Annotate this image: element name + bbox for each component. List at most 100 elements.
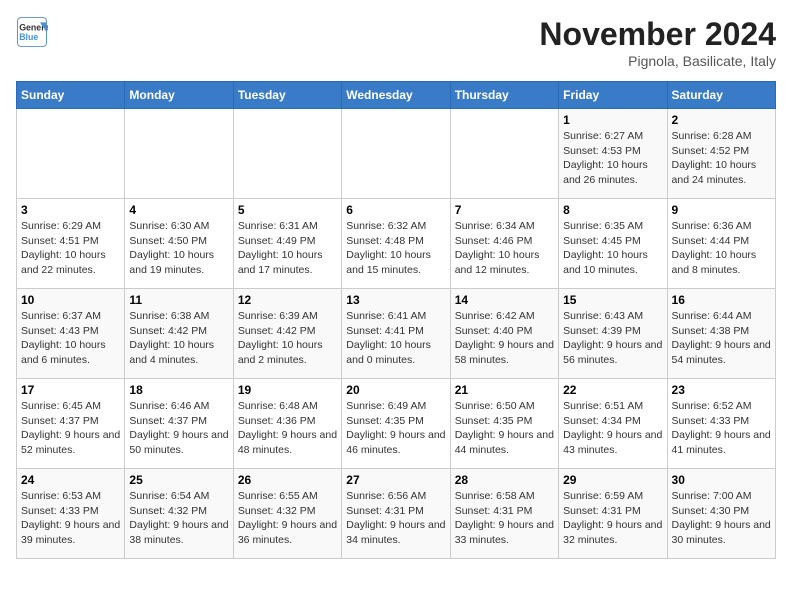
day-info: Sunrise: 6:42 AM Sunset: 4:40 PM Dayligh… [455, 309, 554, 368]
calendar-cell: 16 Sunrise: 6:44 AM Sunset: 4:38 PM Dayli… [667, 289, 775, 379]
calendar-week-3: 10 Sunrise: 6:37 AM Sunset: 4:43 PM Dayli… [17, 289, 776, 379]
weekday-header-tuesday: Tuesday [233, 82, 341, 109]
day-info: Sunrise: 6:52 AM Sunset: 4:33 PM Dayligh… [672, 399, 771, 458]
day-info: Sunrise: 6:35 AM Sunset: 4:45 PM Dayligh… [563, 219, 662, 278]
page-header: General Blue November 2024 Pignola, Basi… [16, 16, 776, 69]
day-number: 8 [563, 203, 662, 217]
calendar-cell: 23 Sunrise: 6:52 AM Sunset: 4:33 PM Dayli… [667, 379, 775, 469]
day-number: 24 [21, 473, 120, 487]
title-block: November 2024 Pignola, Basilicate, Italy [539, 16, 776, 69]
weekday-header-row: SundayMondayTuesdayWednesdayThursdayFrid… [17, 82, 776, 109]
calendar-cell: 22 Sunrise: 6:51 AM Sunset: 4:34 PM Dayli… [559, 379, 667, 469]
calendar-cell: 4 Sunrise: 6:30 AM Sunset: 4:50 PM Daylig… [125, 199, 233, 289]
logo-icon: General Blue [16, 16, 48, 48]
day-number: 30 [672, 473, 771, 487]
calendar-cell: 9Sunrise: 6:36 AM Sunset: 4:44 PM Daylig… [667, 199, 775, 289]
day-number: 7 [455, 203, 554, 217]
day-info: Sunrise: 6:58 AM Sunset: 4:31 PM Dayligh… [455, 489, 554, 548]
calendar-cell: 13 Sunrise: 6:41 AM Sunset: 4:41 PM Dayli… [342, 289, 450, 379]
calendar-cell: 14Sunrise: 6:42 AM Sunset: 4:40 PM Dayli… [450, 289, 558, 379]
day-number: 26 [238, 473, 337, 487]
day-number: 6 [346, 203, 445, 217]
day-info: Sunrise: 6:45 AM Sunset: 4:37 PM Dayligh… [21, 399, 120, 458]
month-title: November 2024 [539, 16, 776, 53]
weekday-header-wednesday: Wednesday [342, 82, 450, 109]
day-info: Sunrise: 6:51 AM Sunset: 4:34 PM Dayligh… [563, 399, 662, 458]
calendar-cell: 1 Sunrise: 6:27 AM Sunset: 4:53 PM Daylig… [559, 109, 667, 199]
day-info: Sunrise: 6:41 AM Sunset: 4:41 PM Dayligh… [346, 309, 445, 368]
day-info: Sunrise: 6:56 AM Sunset: 4:31 PM Dayligh… [346, 489, 445, 548]
day-number: 19 [238, 383, 337, 397]
day-number: 1 [563, 113, 662, 127]
day-info: Sunrise: 6:27 AM Sunset: 4:53 PM Dayligh… [563, 129, 662, 188]
day-number: 17 [21, 383, 120, 397]
calendar-cell [125, 109, 233, 199]
calendar-cell: 7 Sunrise: 6:34 AM Sunset: 4:46 PM Daylig… [450, 199, 558, 289]
day-info: Sunrise: 6:34 AM Sunset: 4:46 PM Dayligh… [455, 219, 554, 278]
weekday-header-sunday: Sunday [17, 82, 125, 109]
calendar-cell: 6 Sunrise: 6:32 AM Sunset: 4:48 PM Daylig… [342, 199, 450, 289]
location: Pignola, Basilicate, Italy [539, 53, 776, 69]
calendar-cell: 28 Sunrise: 6:58 AM Sunset: 4:31 PM Dayli… [450, 469, 558, 559]
day-number: 16 [672, 293, 771, 307]
day-info: Sunrise: 6:55 AM Sunset: 4:32 PM Dayligh… [238, 489, 337, 548]
calendar-week-1: 1 Sunrise: 6:27 AM Sunset: 4:53 PM Daylig… [17, 109, 776, 199]
day-number: 10 [21, 293, 120, 307]
day-number: 5 [238, 203, 337, 217]
calendar-week-2: 3 Sunrise: 6:29 AM Sunset: 4:51 PM Daylig… [17, 199, 776, 289]
day-number: 15 [563, 293, 662, 307]
calendar-cell [233, 109, 341, 199]
weekday-header-friday: Friday [559, 82, 667, 109]
calendar-cell: 2 Sunrise: 6:28 AM Sunset: 4:52 PM Daylig… [667, 109, 775, 199]
day-number: 29 [563, 473, 662, 487]
calendar-cell: 3 Sunrise: 6:29 AM Sunset: 4:51 PM Daylig… [17, 199, 125, 289]
day-number: 13 [346, 293, 445, 307]
day-info: Sunrise: 6:49 AM Sunset: 4:35 PM Dayligh… [346, 399, 445, 458]
calendar-cell: 12 Sunrise: 6:39 AM Sunset: 4:42 PM Dayli… [233, 289, 341, 379]
day-number: 11 [129, 293, 228, 307]
calendar-cell: 17 Sunrise: 6:45 AM Sunset: 4:37 PM Dayli… [17, 379, 125, 469]
calendar-cell: 20 Sunrise: 6:49 AM Sunset: 4:35 PM Dayli… [342, 379, 450, 469]
day-info: Sunrise: 6:38 AM Sunset: 4:42 PM Dayligh… [129, 309, 228, 368]
day-info: Sunrise: 6:59 AM Sunset: 4:31 PM Dayligh… [563, 489, 662, 548]
day-info: Sunrise: 6:44 AM Sunset: 4:38 PM Dayligh… [672, 309, 771, 368]
calendar-cell: 25Sunrise: 6:54 AM Sunset: 4:32 PM Dayli… [125, 469, 233, 559]
calendar-cell: 5Sunrise: 6:31 AM Sunset: 4:49 PM Daylig… [233, 199, 341, 289]
day-number: 2 [672, 113, 771, 127]
day-number: 28 [455, 473, 554, 487]
day-info: Sunrise: 7:00 AM Sunset: 4:30 PM Dayligh… [672, 489, 771, 548]
day-number: 22 [563, 383, 662, 397]
day-info: Sunrise: 6:29 AM Sunset: 4:51 PM Dayligh… [21, 219, 120, 278]
calendar-cell: 18Sunrise: 6:46 AM Sunset: 4:37 PM Dayli… [125, 379, 233, 469]
day-info: Sunrise: 6:32 AM Sunset: 4:48 PM Dayligh… [346, 219, 445, 278]
day-number: 3 [21, 203, 120, 217]
calendar-cell: 11 Sunrise: 6:38 AM Sunset: 4:42 PM Dayli… [125, 289, 233, 379]
calendar-week-4: 17 Sunrise: 6:45 AM Sunset: 4:37 PM Dayli… [17, 379, 776, 469]
day-info: Sunrise: 6:53 AM Sunset: 4:33 PM Dayligh… [21, 489, 120, 548]
day-info: Sunrise: 6:39 AM Sunset: 4:42 PM Dayligh… [238, 309, 337, 368]
calendar-cell: 8 Sunrise: 6:35 AM Sunset: 4:45 PM Daylig… [559, 199, 667, 289]
day-info: Sunrise: 6:54 AM Sunset: 4:32 PM Dayligh… [129, 489, 228, 548]
calendar-table: SundayMondayTuesdayWednesdayThursdayFrid… [16, 81, 776, 559]
day-info: Sunrise: 6:36 AM Sunset: 4:44 PM Dayligh… [672, 219, 771, 278]
calendar-cell [342, 109, 450, 199]
day-number: 23 [672, 383, 771, 397]
calendar-cell: 10 Sunrise: 6:37 AM Sunset: 4:43 PM Dayli… [17, 289, 125, 379]
calendar-cell: 29 Sunrise: 6:59 AM Sunset: 4:31 PM Dayli… [559, 469, 667, 559]
day-info: Sunrise: 6:28 AM Sunset: 4:52 PM Dayligh… [672, 129, 771, 188]
calendar-cell: 15Sunrise: 6:43 AM Sunset: 4:39 PM Dayli… [559, 289, 667, 379]
logo: General Blue [16, 16, 48, 48]
day-info: Sunrise: 6:37 AM Sunset: 4:43 PM Dayligh… [21, 309, 120, 368]
calendar-cell: 21Sunrise: 6:50 AM Sunset: 4:35 PM Dayli… [450, 379, 558, 469]
day-number: 20 [346, 383, 445, 397]
day-number: 4 [129, 203, 228, 217]
day-number: 18 [129, 383, 228, 397]
calendar-cell [450, 109, 558, 199]
day-info: Sunrise: 6:30 AM Sunset: 4:50 PM Dayligh… [129, 219, 228, 278]
svg-text:Blue: Blue [19, 32, 38, 42]
weekday-header-saturday: Saturday [667, 82, 775, 109]
calendar-cell: 19Sunrise: 6:48 AM Sunset: 4:36 PM Dayli… [233, 379, 341, 469]
day-number: 12 [238, 293, 337, 307]
day-number: 27 [346, 473, 445, 487]
calendar-cell: 27 Sunrise: 6:56 AM Sunset: 4:31 PM Dayli… [342, 469, 450, 559]
